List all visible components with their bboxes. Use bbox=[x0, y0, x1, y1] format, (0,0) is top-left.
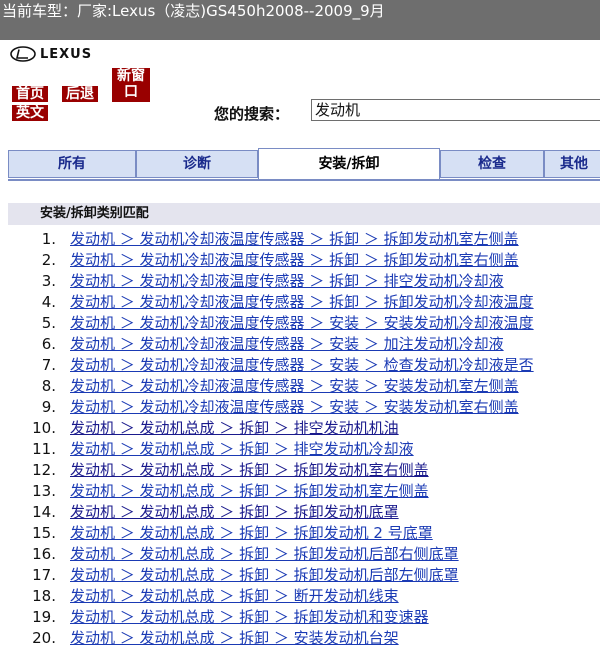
list-item: 7. 发动机 ＞ 发动机冷却液温度传感器 ＞ 安装 ＞ 检查发动机冷却液是否 bbox=[0, 355, 600, 376]
list-item: 9. 发动机 ＞ 发动机冷却液温度传感器 ＞ 安装 ＞ 安装发动机室右侧盖 bbox=[0, 397, 600, 418]
list-item: 8. 发动机 ＞ 发动机冷却液温度传感器 ＞ 安装 ＞ 安装发动机室左侧盖 bbox=[0, 376, 600, 397]
list-item: 4. 发动机 ＞ 发动机冷却液温度传感器 ＞ 拆卸 ＞ 拆卸发动机冷却液温度 bbox=[0, 292, 600, 313]
result-link[interactable]: 发动机 ＞ 发动机冷却液温度传感器 ＞ 拆卸 ＞ 拆卸发动机室左侧盖 bbox=[70, 229, 519, 250]
item-number: 4. bbox=[41, 293, 56, 311]
list-item: 2. 发动机 ＞ 发动机冷却液温度传感器 ＞ 拆卸 ＞ 拆卸发动机室右侧盖 bbox=[0, 250, 600, 271]
lexus-logo: LEXUS bbox=[10, 44, 92, 64]
list-item: 10. 发动机 ＞ 发动机总成 ＞ 拆卸 ＞ 排空发动机机油 bbox=[0, 418, 600, 439]
section-header: 安装/拆卸类别匹配 bbox=[8, 203, 600, 225]
result-link[interactable]: 发动机 ＞ 发动机总成 ＞ 拆卸 ＞ 拆卸发动机后部右侧底罩 bbox=[70, 544, 459, 565]
result-link[interactable]: 发动机 ＞ 发动机总成 ＞ 拆卸 ＞ 拆卸发动机后部左侧底罩 bbox=[70, 565, 459, 586]
result-link[interactable]: 发动机 ＞ 发动机冷却液温度传感器 ＞ 拆卸 ＞ 排空发动机冷却液 bbox=[70, 271, 504, 292]
home-button[interactable]: 首页 bbox=[12, 86, 48, 102]
new-window-button[interactable]: 新窗口 bbox=[112, 68, 150, 102]
lexus-emblem-icon bbox=[10, 46, 36, 62]
item-number: 3. bbox=[41, 272, 56, 290]
item-number: 12. bbox=[32, 461, 56, 479]
list-item: 11. 发动机 ＞ 发动机总成 ＞ 拆卸 ＞ 排空发动机冷却液 bbox=[0, 439, 600, 460]
result-link[interactable]: 发动机 ＞ 发动机冷却液温度传感器 ＞ 安装 ＞ 安装发动机室左侧盖 bbox=[70, 376, 519, 397]
list-item: 16. 发动机 ＞ 发动机总成 ＞ 拆卸 ＞ 拆卸发动机后部右侧底罩 bbox=[0, 544, 600, 565]
result-link[interactable]: 发动机 ＞ 发动机冷却液温度传感器 ＞ 安装 ＞ 加注发动机冷却液 bbox=[70, 334, 504, 355]
item-number: 7. bbox=[41, 356, 56, 374]
item-number: 9. bbox=[41, 398, 56, 416]
item-number: 15. bbox=[32, 524, 56, 542]
item-number: 13. bbox=[32, 482, 56, 500]
result-link[interactable]: 发动机 ＞ 发动机总成 ＞ 拆卸 ＞ 拆卸发动机 2 号底罩 bbox=[70, 523, 433, 544]
window-title: 当前车型：厂家:Lexus（凌志)GS450h2008--2009_9月 bbox=[0, 0, 600, 40]
english-button[interactable]: 英文 bbox=[12, 105, 48, 121]
tab-underline bbox=[8, 179, 600, 181]
result-link[interactable]: 发动机 ＞ 发动机冷却液温度传感器 ＞ 拆卸 ＞ 拆卸发动机室右侧盖 bbox=[70, 250, 519, 271]
logo-text: LEXUS bbox=[40, 46, 93, 62]
list-item: 6. 发动机 ＞ 发动机冷却液温度传感器 ＞ 安装 ＞ 加注发动机冷却液 bbox=[0, 334, 600, 355]
item-number: 17. bbox=[32, 566, 56, 584]
list-item: 20. 发动机 ＞ 发动机总成 ＞ 拆卸 ＞ 安装发动机台架 bbox=[0, 628, 600, 649]
result-link[interactable]: 发动机 ＞ 发动机冷却液温度传感器 ＞ 拆卸 ＞ 拆卸发动机冷却液温度 bbox=[70, 292, 534, 313]
item-number: 2. bbox=[41, 251, 56, 269]
list-item: 18. 发动机 ＞ 发动机总成 ＞ 拆卸 ＞ 断开发动机线束 bbox=[0, 586, 600, 607]
result-link[interactable]: 发动机 ＞ 发动机总成 ＞ 拆卸 ＞ 排空发动机冷却液 bbox=[70, 439, 414, 460]
item-number: 10. bbox=[32, 419, 56, 437]
list-item: 15. 发动机 ＞ 发动机总成 ＞ 拆卸 ＞ 拆卸发动机 2 号底罩 bbox=[0, 523, 600, 544]
tab-inspection[interactable]: 检查 bbox=[440, 150, 544, 178]
list-item: 17. 发动机 ＞ 发动机总成 ＞ 拆卸 ＞ 拆卸发动机后部左侧底罩 bbox=[0, 565, 600, 586]
search-input[interactable]: 发动机 bbox=[311, 99, 600, 121]
tab-all[interactable]: 所有 bbox=[8, 150, 136, 178]
result-link[interactable]: 发动机 ＞ 发动机冷却液温度传感器 ＞ 安装 ＞ 安装发动机冷却液温度 bbox=[70, 313, 534, 334]
list-item: 12. 发动机 ＞ 发动机总成 ＞ 拆卸 ＞ 拆卸发动机室右侧盖 bbox=[0, 460, 600, 481]
item-number: 18. bbox=[32, 587, 56, 605]
item-number: 11. bbox=[32, 440, 56, 458]
item-number: 16. bbox=[32, 545, 56, 563]
list-item: 14. 发动机 ＞ 发动机总成 ＞ 拆卸 ＞ 拆卸发动机底罩 bbox=[0, 502, 600, 523]
item-number: 19. bbox=[32, 608, 56, 626]
result-link[interactable]: 发动机 ＞ 发动机总成 ＞ 拆卸 ＞ 安装发动机台架 bbox=[70, 628, 399, 649]
back-button[interactable]: 后退 bbox=[62, 86, 98, 102]
list-item: 13. 发动机 ＞ 发动机总成 ＞ 拆卸 ＞ 拆卸发动机室左侧盖 bbox=[0, 481, 600, 502]
results-list: 1. 发动机 ＞ 发动机冷却液温度传感器 ＞ 拆卸 ＞ 拆卸发动机室左侧盖 2. 发… bbox=[0, 229, 600, 649]
result-link[interactable]: 发动机 ＞ 发动机总成 ＞ 拆卸 ＞ 拆卸发动机室右侧盖 bbox=[70, 460, 429, 481]
result-link[interactable]: 发动机 ＞ 发动机冷却液温度传感器 ＞ 安装 ＞ 安装发动机室右侧盖 bbox=[70, 397, 519, 418]
item-number: 8. bbox=[41, 377, 56, 395]
tab-diagnosis[interactable]: 诊断 bbox=[136, 150, 258, 178]
list-item: 5. 发动机 ＞ 发动机冷却液温度传感器 ＞ 安装 ＞ 安装发动机冷却液温度 bbox=[0, 313, 600, 334]
tab-other[interactable]: 其他 bbox=[544, 150, 600, 178]
list-item: 3. 发动机 ＞ 发动机冷却液温度传感器 ＞ 拆卸 ＞ 排空发动机冷却液 bbox=[0, 271, 600, 292]
list-item: 1. 发动机 ＞ 发动机冷却液温度传感器 ＞ 拆卸 ＞ 拆卸发动机室左侧盖 bbox=[0, 229, 600, 250]
result-link[interactable]: 发动机 ＞ 发动机总成 ＞ 拆卸 ＞ 拆卸发动机底罩 bbox=[70, 502, 399, 523]
item-number: 6. bbox=[41, 335, 56, 353]
result-link[interactable]: 发动机 ＞ 发动机总成 ＞ 拆卸 ＞ 断开发动机线束 bbox=[70, 586, 399, 607]
tab-install-remove[interactable]: 安装/拆卸 bbox=[258, 148, 440, 180]
result-link[interactable]: 发动机 ＞ 发动机冷却液温度传感器 ＞ 安装 ＞ 检查发动机冷却液是否 bbox=[70, 355, 534, 376]
list-item: 19. 发动机 ＞ 发动机总成 ＞ 拆卸 ＞ 拆卸发动机和变速器 bbox=[0, 607, 600, 628]
item-number: 1. bbox=[41, 230, 56, 248]
search-label: 您的搜索： bbox=[214, 105, 290, 123]
item-number: 20. bbox=[32, 629, 56, 647]
category-tabs: 所有 诊断 安装/拆卸 检查 其他 bbox=[8, 148, 600, 180]
result-link[interactable]: 发动机 ＞ 发动机总成 ＞ 拆卸 ＞ 排空发动机机油 bbox=[70, 418, 399, 439]
item-number: 14. bbox=[32, 503, 56, 521]
result-link[interactable]: 发动机 ＞ 发动机总成 ＞ 拆卸 ＞ 拆卸发动机室左侧盖 bbox=[70, 481, 429, 502]
result-link[interactable]: 发动机 ＞ 发动机总成 ＞ 拆卸 ＞ 拆卸发动机和变速器 bbox=[70, 607, 429, 628]
item-number: 5. bbox=[41, 314, 56, 332]
